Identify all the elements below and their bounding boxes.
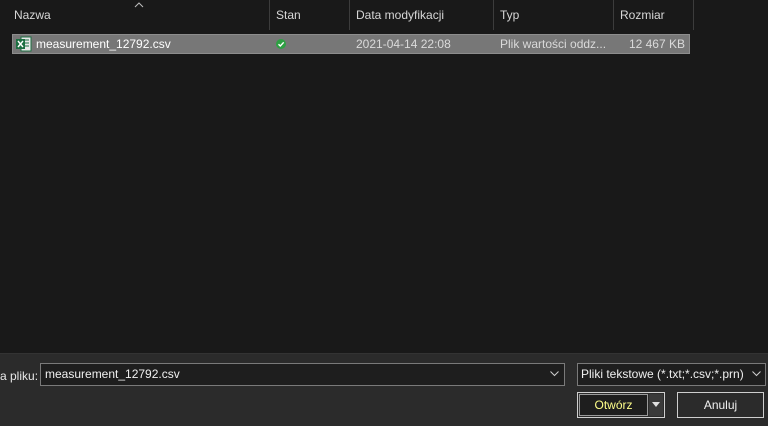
cancel-button[interactable]: Anuluj [677,392,764,418]
file-name-label: a pliku: [0,369,39,383]
chevron-down-icon[interactable] [752,371,761,377]
column-header-date-modified[interactable]: Data modyfikacji [350,0,493,30]
excel-csv-icon [16,36,32,52]
file-type-select[interactable]: Pliki tekstowe (*.txt;*.csv;*.prn) [577,363,766,386]
file-open-dialog: Nazwa Stan Data modyfikacji Typ Rozmiar … [0,0,768,426]
file-name: measurement_12792.csv [36,37,171,51]
chevron-down-icon[interactable] [550,371,559,377]
column-header-type[interactable]: Typ [494,0,613,30]
column-divider[interactable] [693,0,694,30]
caret-down-icon [652,402,660,407]
sync-ok-icon [276,39,286,49]
dialog-footer: a pliku: measurement_12792.csv Pliki tek… [0,353,768,426]
file-type-value: Pliki tekstowe (*.txt;*.csv;*.prn) [581,367,744,381]
open-options-button[interactable] [649,394,663,416]
open-button[interactable]: Otwórz [579,394,648,416]
open-split-button: Otwórz [577,392,665,418]
column-header-size[interactable]: Rozmiar [614,0,693,30]
file-row[interactable]: measurement_12792.csv 2021-04-14 22:08 P… [12,34,690,54]
file-list[interactable]: measurement_12792.csv 2021-04-14 22:08 P… [0,31,768,353]
file-size: 12 467 KB [628,37,685,51]
column-header-status[interactable]: Stan [270,0,349,30]
file-type: Plik wartości oddz... [500,37,607,51]
file-date-modified: 2021-04-14 22:08 [356,37,451,51]
column-header: Nazwa Stan Data modyfikacji Typ Rozmiar [0,0,768,31]
file-name-input[interactable]: measurement_12792.csv [40,363,565,386]
file-name-value[interactable]: measurement_12792.csv [45,364,180,385]
column-header-name[interactable]: Nazwa [8,0,269,30]
